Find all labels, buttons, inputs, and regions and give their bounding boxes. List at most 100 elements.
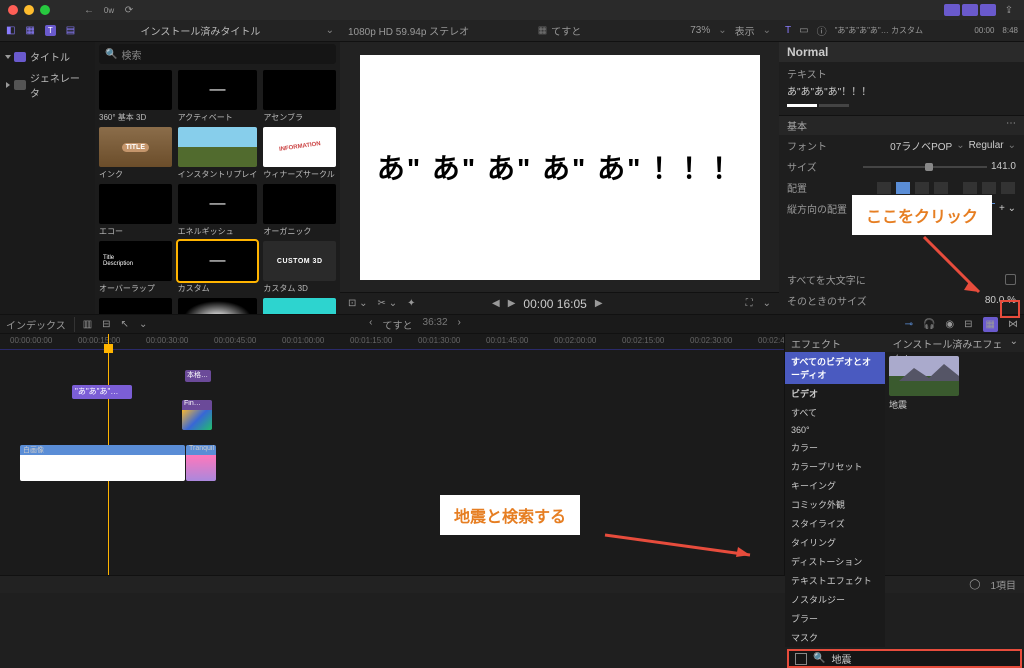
title-preset-item[interactable] (99, 298, 172, 314)
enhance-tool-icon[interactable]: ✦ (407, 298, 415, 309)
titles-icon[interactable]: T (45, 25, 56, 36)
secondary-clip[interactable]: Tranquil (186, 445, 216, 481)
next-frame-button[interactable]: ▶ (595, 298, 603, 309)
effect-category[interactable]: ノスタルジー (785, 590, 885, 609)
timeline-toolbar: インデックス ▥ ⊟ ↖ ⌄ ‹ てすと 36:32 › ⊸ 🎧 ◉ ⊟ ▦ ⋈ (0, 314, 1024, 334)
attached-clip-label[interactable]: 本格… (185, 370, 211, 382)
browser-dropdown-icon[interactable]: ⌄ (326, 25, 334, 36)
filter-icon[interactable] (795, 653, 807, 665)
title-preset-item[interactable]: エコー (99, 184, 172, 237)
library-icon[interactable]: ◧ (6, 25, 15, 36)
title-preset-item[interactable]: 360° 基本 3D (99, 70, 172, 123)
viewer-canvas[interactable]: あ" あ" あ" あ" あ" ！！！ (360, 55, 760, 280)
effect-category[interactable]: カラープリセット (785, 457, 885, 476)
inspector-mode[interactable]: Normal (779, 42, 1024, 62)
title-preset-item[interactable]: カスタム 3D (263, 241, 336, 294)
inspector-info-icon[interactable]: ⓘ (817, 23, 827, 38)
effect-category[interactable]: すべてのビデオとオーディオ (785, 352, 885, 384)
effect-category[interactable]: タイリング (785, 533, 885, 552)
snapping-icon[interactable]: ⊟ (964, 319, 972, 330)
timeline[interactable]: 00:00:00:0000:00:15:0000:00:30:0000:00:4… (0, 334, 784, 575)
clip-appearance-icon[interactable]: ▥ (83, 319, 92, 330)
effects-dropdown-icon[interactable]: ⌄ (1010, 336, 1018, 350)
effect-item[interactable]: 地震 (889, 356, 959, 411)
effect-category[interactable]: コミック外観 (785, 495, 885, 514)
effect-category[interactable]: カラー (785, 438, 885, 457)
viewer-options-icon[interactable]: ⌄ (763, 298, 771, 309)
inspector-video-icon[interactable]: ▭ (799, 25, 808, 36)
font-select[interactable]: 07ラノベPOP (890, 138, 952, 153)
attached-clip[interactable]: Fin… (182, 400, 212, 430)
play-button[interactable]: ▶ (508, 298, 516, 309)
zoom-slider-icon[interactable]: ⊟ (102, 319, 110, 330)
title-preset-item[interactable]: アクティベート (178, 70, 258, 123)
effect-category[interactable]: キーイング (785, 476, 885, 495)
view-menu-label[interactable]: 表示 (735, 23, 755, 38)
timeline-history-fwd[interactable]: › (458, 317, 461, 332)
basic-section-header[interactable]: 基本 ⋯ (779, 115, 1024, 135)
ruler-timestamp: 00:00:15:00 (78, 336, 120, 345)
section-toggle-icon[interactable]: ⋯ (1006, 118, 1016, 133)
alignment-buttons[interactable] (863, 182, 1016, 194)
sidebar-item-generators[interactable]: ジェネレータ (4, 67, 91, 103)
effect-category[interactable]: ブラー (785, 609, 885, 628)
effect-category[interactable]: 360° (785, 422, 885, 438)
background-tasks-icon[interactable]: ◯ (969, 579, 980, 590)
prev-frame-button[interactable]: ◀ (492, 298, 500, 309)
share-icon[interactable]: ⇪ (1002, 3, 1016, 17)
title-preset-item[interactable] (263, 298, 336, 314)
effect-category[interactable]: ディストーション (785, 552, 885, 571)
browser-tab-label[interactable]: インストール済みタイトル (141, 23, 261, 38)
size-slider[interactable] (863, 166, 987, 168)
skimming-icon[interactable]: ⊸ (905, 319, 913, 330)
fullscreen-icon[interactable]: ⛶ (746, 298, 753, 309)
photos-icon[interactable]: ▦ (25, 25, 34, 36)
title-preset-item[interactable]: アセンブラ (263, 70, 336, 123)
allcaps-checkbox[interactable] (1005, 274, 1016, 285)
title-preset-item[interactable]: オーガニック (263, 184, 336, 237)
effect-category[interactable]: マスク (785, 628, 885, 647)
solo-icon[interactable]: ◉ (945, 319, 954, 330)
refresh-icon[interactable]: ⟳ (122, 3, 136, 17)
index-button[interactable]: インデックス (6, 317, 75, 332)
font-style-select[interactable]: Regular (969, 140, 1004, 151)
generators-icon[interactable]: ▤ (66, 25, 75, 36)
inspector-text-icon[interactable]: T (785, 25, 791, 36)
close-window-button[interactable] (8, 5, 18, 15)
import-icon[interactable]: 0w (102, 3, 116, 17)
zoom-value[interactable]: 73% (690, 25, 710, 36)
title-preset-item[interactable]: インク (99, 127, 172, 180)
installed-effects-label[interactable]: インストール済みエフェクト (893, 336, 1010, 350)
timeline-ruler[interactable]: 00:00:00:0000:00:15:0000:00:30:0000:00:4… (0, 334, 784, 350)
title-preset-item[interactable]: カスタム (178, 241, 258, 294)
transform-tool-icon[interactable]: ⊡ ⌄ (348, 298, 368, 309)
title-preset-item[interactable]: ウィナーズサークル (263, 127, 336, 180)
sidebar-item-titles[interactable]: タイトル (4, 46, 91, 67)
tool-dropdown-icon[interactable]: ⌄ (139, 319, 147, 330)
title-clip[interactable]: "あ"あ"あ"… (72, 385, 132, 399)
title-preset-item[interactable]: エネルギッシュ (178, 184, 258, 237)
primary-clip[interactable]: 白画像 (20, 445, 185, 481)
effect-category[interactable]: テキストエフェクト (785, 571, 885, 590)
effect-category[interactable]: スタイライズ (785, 514, 885, 533)
select-tool-icon[interactable]: ↖ (121, 319, 129, 330)
effect-category[interactable]: すべて (785, 403, 885, 422)
transitions-button[interactable]: ⋈ (1008, 319, 1018, 330)
title-preset-item[interactable]: オーバーラップ (99, 241, 172, 294)
timeline-history-back[interactable]: ‹ (369, 317, 372, 332)
back-icon[interactable]: ← (82, 3, 96, 17)
title-preset-item[interactable]: インスタントリプレイ (178, 127, 258, 180)
effect-category[interactable]: ビデオ (785, 384, 885, 403)
size-value[interactable]: 141.0 (991, 161, 1016, 172)
fullscreen-window-button[interactable] (40, 5, 50, 15)
title-preset-item[interactable] (178, 298, 258, 314)
effects-search-input[interactable]: 🔍 地震 (787, 649, 1022, 668)
effects-browser-button[interactable]: ▦ (983, 317, 998, 332)
text-value-field[interactable]: あ"あ"あ"あ"！！！ (787, 83, 1016, 98)
minimize-window-button[interactable] (24, 5, 34, 15)
workspace-layout-buttons[interactable] (944, 4, 996, 16)
audio-skim-icon[interactable]: 🎧 (923, 319, 935, 330)
timecode-display[interactable]: 00:00 16:05 (523, 297, 586, 311)
crop-tool-icon[interactable]: ✂ ⌄ (378, 298, 398, 309)
browser-search-input[interactable]: 🔍 検索 (99, 44, 336, 64)
